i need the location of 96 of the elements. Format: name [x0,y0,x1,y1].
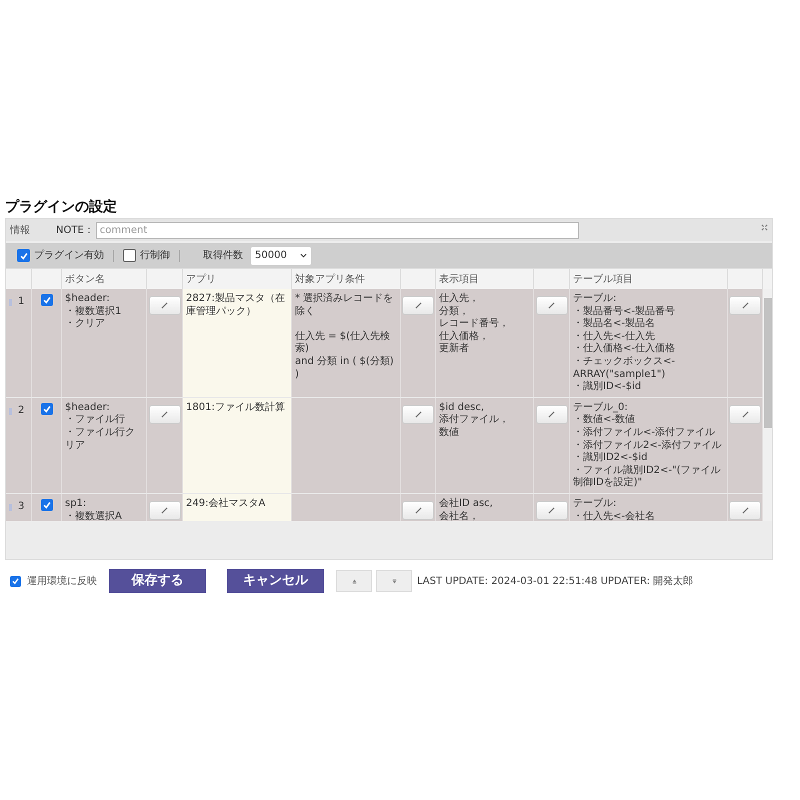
cell-line: 分類， [439,306,470,318]
cell-line: ・数値<-数値 [573,414,636,427]
cell-line: テーブル: [573,293,618,306]
cell-line: ・ファイル識別ID2<-"(ファイル制御IDを設定)" [573,464,722,490]
cell-line: レコード番号， [439,318,510,330]
scrollbar[interactable] [763,289,772,521]
cell-line: 更新者 [439,343,470,356]
cell-line: ・複数選択1 [65,306,122,318]
row-number: 1 [18,296,24,309]
page-title: プラグインの設定 [4,198,118,217]
cell-line: ・クリア [65,318,106,331]
pencil-icon [742,506,748,514]
pencil-icon [548,302,555,309]
expand-icon[interactable] [761,224,768,231]
pencil-icon [414,506,422,514]
pencil-icon [161,506,168,514]
pencil-icon [161,302,168,309]
check-icon [42,404,52,414]
check-icon [18,250,28,260]
checkbox[interactable] [17,249,30,262]
info-label: 情報 [10,224,30,238]
check-icon [42,295,52,305]
cell-line: 会社名， [439,510,480,521]
pencil-icon [742,410,748,418]
cell-line: ・添付ファイル2<-添付ファイル [573,440,722,452]
cell-line: $header: [65,402,111,414]
condition-line: and 分類 in ( $(分類) ) [295,356,395,382]
pencil-icon [414,410,422,418]
row-number: 3 [18,500,24,514]
move-up-button[interactable] [336,570,372,592]
cell-line: ・仕入価格<-仕入価格 [573,343,676,356]
check-icon [11,576,20,586]
cancel-button[interactable]: キャンセル [227,569,324,593]
condition-line: 仕入先 = $(仕入先検索) [295,330,391,356]
fetch-count-label: 取得件数 [203,249,243,263]
cell-line: ・ファイル行クリア [65,426,136,452]
note-field[interactable]: comment [96,222,579,238]
app-cell-text: 1801:ファイル数計算 [186,402,286,414]
checkbox-label: 行制御 [140,248,170,263]
edit-button[interactable] [729,404,761,424]
cell-line: $header: [65,293,111,306]
condition-line: * 選択済みレコードを除く [295,293,394,318]
app-cell-text: 249:会社マスタA [186,498,266,510]
cell-line: ・チェックボックス<-ARRAY("sample1") [573,356,676,380]
cell-line: ・識別ID2<-$id [573,452,648,464]
edit-button[interactable] [148,296,180,315]
edit-button[interactable] [536,296,568,315]
edit-button[interactable] [536,404,568,424]
cell-line: ・複数選択A [65,510,123,521]
cell-line: sp1: [65,498,88,510]
cell-line: 仕入価格， [439,330,490,342]
edit-button[interactable] [729,500,761,520]
cell-line: ・ファイル行 [65,414,126,427]
pencil-icon [414,302,422,309]
edit-button[interactable] [402,404,434,424]
last-update-text: LAST UPDATE: 2024-03-01 22:51:48 UPDATER: 開発太郎 [417,574,694,588]
cell-line: $id desc, [439,402,486,414]
cell-line: ・識別ID<-$id [573,381,642,394]
checkbox[interactable] [10,576,21,586]
arrow-down-icon [392,578,396,584]
cell-line: 数値 [439,426,460,440]
checkbox-label: 運用環境に反映 [27,574,97,588]
checkbox[interactable] [40,294,52,306]
cell-line: ・添付ファイル<-添付ファイル [573,426,716,440]
caret-icon [300,253,307,258]
checkbox[interactable] [40,402,52,415]
pencil-icon [742,302,748,309]
edit-button[interactable] [402,500,434,520]
app-cell-text: 2827:製品マスタ（在庫管理パック） [186,293,286,318]
cell-line: ・製品名<-製品名 [573,318,656,330]
fetch-count-select[interactable]: 50000 [251,246,311,264]
pencil-icon [548,506,555,514]
cell-line: ・仕入先<-会社名 [573,510,656,521]
cell-line: 会社ID asc, [439,498,494,510]
pencil-icon [161,410,168,418]
row-number: 2 [18,404,24,418]
save-button[interactable]: 保存する [109,569,206,593]
edit-button[interactable] [536,500,568,520]
edit-button[interactable] [148,404,180,424]
cell-line: テーブル: [573,498,618,510]
pencil-icon [548,410,555,418]
note-label: NOTE： [56,224,94,238]
move-down-button[interactable] [376,570,412,592]
checkbox[interactable] [123,249,136,262]
cell-line: ・仕入先<-仕入先 [573,330,656,342]
checkbox-label: プラグイン有効 [34,248,104,263]
edit-button[interactable] [402,296,434,315]
edit-button[interactable] [148,500,180,520]
check-icon [42,500,52,510]
cell-line: テーブル_0: [573,402,629,414]
checkbox[interactable] [40,498,52,511]
arrow-up-icon [352,578,356,584]
edit-button[interactable] [729,296,761,315]
cell-line: 仕入先， [439,293,480,306]
cell-line: ・製品番号<-製品番号 [573,306,676,318]
cell-line: 添付ファイル， [439,414,510,427]
